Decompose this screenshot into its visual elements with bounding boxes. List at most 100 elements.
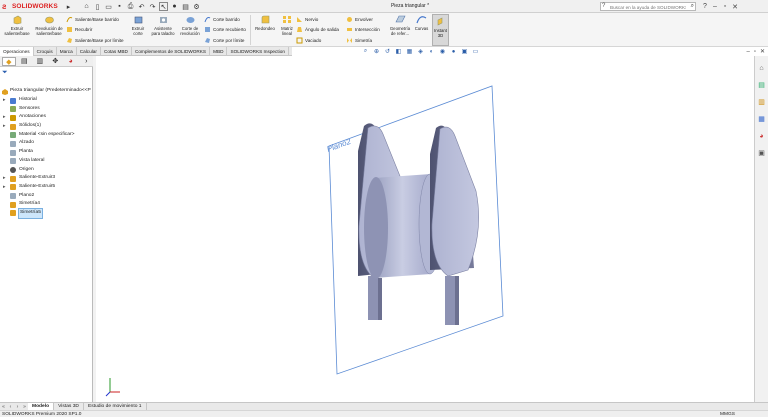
tree-item[interactable]: Sensores <box>0 105 93 114</box>
zoom-to-fit-icon[interactable]: ⌕ <box>360 48 371 55</box>
tab-calcular[interactable]: Calcular <box>77 47 101 56</box>
tree-item[interactable]: ▸ Historial <box>0 96 93 105</box>
solidworks-resources-icon[interactable]: ⌂ <box>757 64 766 73</box>
tree-item[interactable]: Simetría5 <box>0 207 93 219</box>
reference-geometry-button[interactable]: Geometría de refer... <box>388 14 412 36</box>
feature-tree-tab-icon[interactable]: ◆ <box>2 56 16 66</box>
tree-item[interactable]: Simetría4 <box>0 200 93 209</box>
swept-boss-button[interactable]: Saliente/Base barrido <box>66 15 119 23</box>
expand-arrow-icon[interactable]: ▸ <box>3 174 8 183</box>
last-tab-icon[interactable]: » <box>21 403 28 410</box>
expand-arrow-icon[interactable]: ▸ <box>64 2 73 11</box>
revolve-boss-button[interactable]: Revolución de saliente/base <box>34 14 64 36</box>
right-ear-face[interactable] <box>431 126 479 277</box>
open-folder-icon[interactable]: ▭ <box>104 2 113 11</box>
previous-view-icon[interactable]: ↺ <box>382 48 393 55</box>
tree-item[interactable]: Alzado <box>0 139 93 148</box>
print-icon[interactable]: ⎙ <box>126 2 135 11</box>
tab-operaciones[interactable]: Operaciones <box>0 47 34 56</box>
file-properties-icon[interactable]: ▤ <box>181 2 190 11</box>
extrude-cut-button[interactable]: Extruir corte <box>128 14 148 36</box>
tree-item[interactable]: ▸ Sólidos(1) <box>0 122 93 131</box>
rib-button[interactable]: Nervio <box>296 15 318 23</box>
dynamic-annotation-icon[interactable]: ▦ <box>404 48 415 55</box>
expand-arrow-icon[interactable]: ▸ <box>3 96 8 105</box>
minimize-icon[interactable]: – <box>710 3 720 10</box>
restore-icon[interactable]: ▫ <box>720 3 730 10</box>
right-leg-front[interactable] <box>445 276 455 325</box>
rebuild-icon[interactable]: ● <box>170 2 179 11</box>
tab-mbd[interactable]: MBD <box>210 47 228 56</box>
view-orientation-icon[interactable]: ◈ <box>415 48 426 55</box>
zoom-area-icon[interactable]: ⊕ <box>371 48 382 55</box>
next-tab-icon[interactable]: › <box>14 403 21 410</box>
fillet-button[interactable]: Redondeo <box>253 14 277 31</box>
lofted-cut-button[interactable]: Corte recubierto <box>204 25 246 33</box>
expand-arrow-icon[interactable]: ▸ <box>3 113 8 122</box>
revolve-cut-button[interactable]: Corte de revolución <box>178 14 202 36</box>
tree-item[interactable]: ▸ Anotaciones <box>0 113 93 122</box>
save-icon[interactable]: ▪ <box>115 2 124 11</box>
tab-cotas-mbd[interactable]: Cotas MBD <box>101 47 132 56</box>
tree-item[interactable]: ▸ Saliente-Extruir5 <box>0 183 93 192</box>
swept-cut-button[interactable]: Corte barrido <box>204 15 240 23</box>
options-gear-icon[interactable]: ⚙ <box>192 2 201 11</box>
tree-item[interactable]: Plano2 <box>0 192 93 201</box>
instant3d-button[interactable]: Instant 3D <box>432 14 449 46</box>
section-view-icon[interactable]: ◧ <box>393 48 404 55</box>
intersect-button[interactable]: Intersección <box>346 25 380 33</box>
tree-item[interactable]: Origen <box>0 166 93 175</box>
configuration-manager-tab-icon[interactable]: ▥ <box>33 57 46 66</box>
doc-minimize-icon[interactable]: – <box>746 49 749 55</box>
view-palette-icon[interactable]: ▦ <box>757 115 766 124</box>
doc-restore-icon[interactable]: ▫ <box>754 49 756 55</box>
home-icon[interactable]: ⌂ <box>82 2 91 11</box>
right-leg-side[interactable] <box>455 276 459 325</box>
help-search-input[interactable] <box>610 4 686 10</box>
tab-estudio-movimiento[interactable]: Estudio de movimiento 1 <box>84 403 147 410</box>
tree-item[interactable]: Planta <box>0 148 93 157</box>
hide-show-icon[interactable]: ◉ <box>437 48 448 55</box>
draft-button[interactable]: Ángulo de salida <box>296 25 339 33</box>
shell-button[interactable]: Vaciado <box>296 36 321 44</box>
loft-button[interactable]: Recubrir <box>66 25 92 33</box>
tree-item[interactable]: Vista lateral <box>0 157 93 166</box>
tab-marca[interactable]: Marca <box>57 47 77 56</box>
dimxpert-tab-icon[interactable]: ✥ <box>49 57 62 66</box>
linear-pattern-button[interactable]: Matriz lineal <box>279 14 295 36</box>
expand-arrow-icon[interactable]: ▸ <box>3 183 8 192</box>
expand-arrow-icon[interactable]: ▸ <box>3 122 8 131</box>
hole-wizard-button[interactable]: Asistente para taladro <box>150 14 176 36</box>
doc-close-icon[interactable]: ✕ <box>760 48 765 55</box>
tab-vistas-3d[interactable]: Vistas 3D <box>54 403 84 410</box>
custom-properties-icon[interactable]: ▣ <box>757 149 766 158</box>
filter-icon[interactable]: ⏷ <box>2 69 8 77</box>
extrude-boss-button[interactable]: Extruir saliente/base <box>2 14 32 36</box>
help-search-box[interactable]: ? ⌕ <box>600 2 696 11</box>
boundary-cut-button[interactable]: Corte por límite <box>204 36 244 44</box>
file-explorer-icon[interactable]: ▥ <box>757 98 766 107</box>
tab-complementos[interactable]: Complementos de SOLIDWORKS <box>132 47 211 56</box>
tree-item[interactable]: ▸ Saliente-Extruir3 <box>0 174 93 183</box>
left-leg-front[interactable] <box>368 276 378 320</box>
tab-inspection[interactable]: SOLIDWORKS Inspection <box>227 47 289 56</box>
display-manager-tab-icon[interactable]: ◕ <box>64 57 77 66</box>
first-tab-icon[interactable]: « <box>0 403 7 410</box>
more-tabs-icon[interactable]: › <box>80 57 93 66</box>
previous-tab-icon[interactable]: ‹ <box>7 403 14 410</box>
curves-button[interactable]: Curvas <box>413 14 430 31</box>
tab-croquis[interactable]: Croquis <box>34 47 57 56</box>
appearances-icon[interactable]: ◕ <box>757 132 766 141</box>
apply-scene-icon[interactable]: ▣ <box>459 48 470 55</box>
cylinder-left-end[interactable] <box>364 177 388 279</box>
mirror-button[interactable]: Simetría <box>346 36 372 44</box>
undo-icon[interactable]: ↶ <box>137 2 146 11</box>
wrap-button[interactable]: Envolver <box>346 15 373 23</box>
property-manager-tab-icon[interactable]: ▤ <box>18 57 31 66</box>
display-style-icon[interactable]: ◐ <box>426 49 437 55</box>
boundary-boss-button[interactable]: Saliente/Base por límite <box>66 36 124 44</box>
redo-icon[interactable]: ↷ <box>148 2 157 11</box>
left-leg-side[interactable] <box>378 278 382 320</box>
select-pointer-icon[interactable]: ↖ <box>159 2 168 11</box>
edit-appearance-icon[interactable]: ● <box>448 49 459 55</box>
